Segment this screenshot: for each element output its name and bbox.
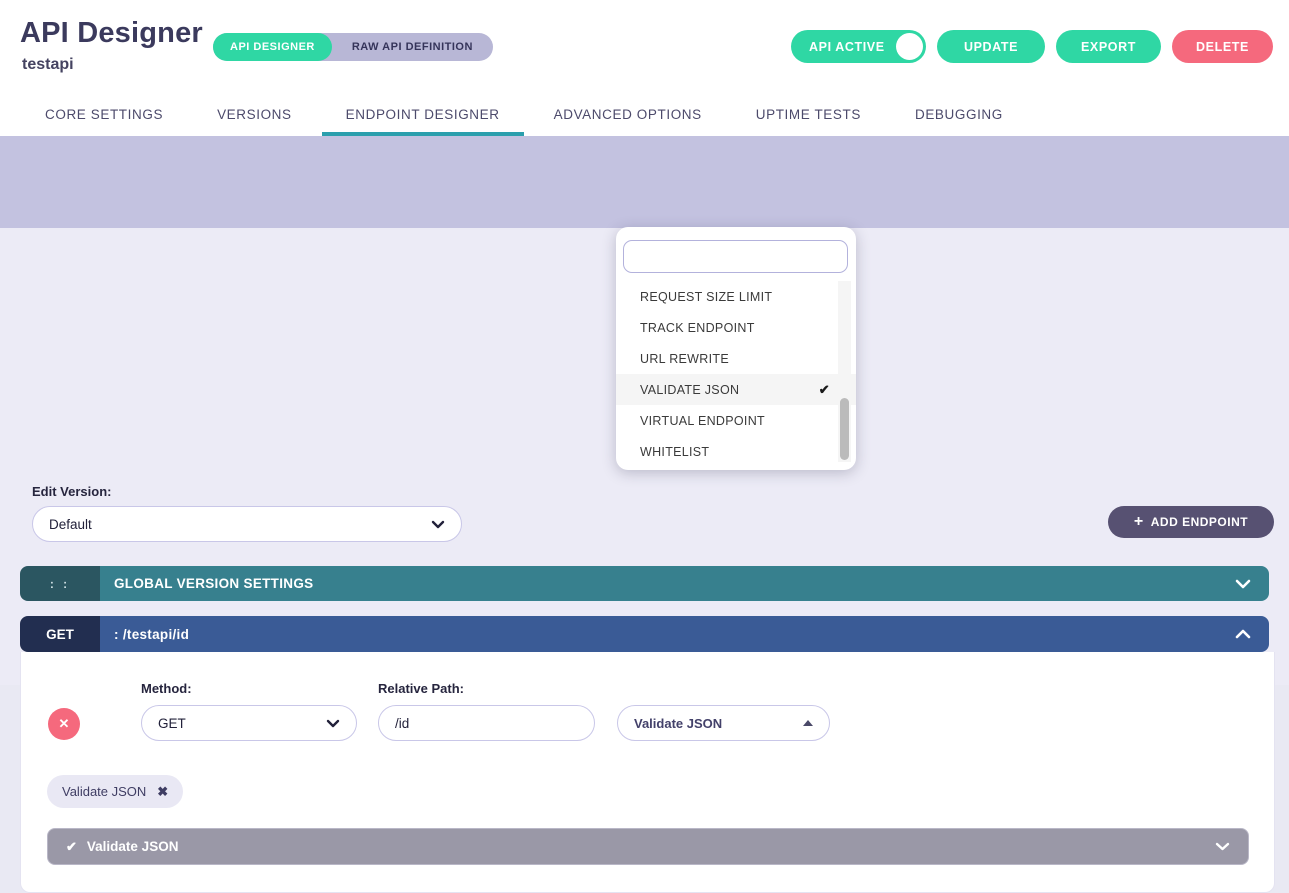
plugins-select-value: Validate JSON xyxy=(634,715,723,731)
remove-endpooint-button[interactable]: ✕ xyxy=(48,708,80,740)
update-button[interactable]: UPDATE xyxy=(937,30,1045,63)
drag-handle-icon[interactable]: : : xyxy=(20,566,100,601)
relative-path-label: Relative Path: xyxy=(378,681,464,696)
tab-versions[interactable]: VERSIONS xyxy=(217,107,292,122)
page-title: API Designer xyxy=(20,17,203,49)
relative-path-input[interactable] xyxy=(378,705,595,741)
chevron-down-icon[interactable] xyxy=(1235,579,1251,589)
tab-core-settings[interactable]: CORE SETTINGS xyxy=(45,107,163,122)
plugin-tag-validate-json: Validate JSON ✖ xyxy=(47,775,184,808)
validate-json-collapsed-panel[interactable]: ✔ Validate JSON xyxy=(47,828,1249,865)
check-icon: ✔ xyxy=(818,381,830,397)
edit-version-label: Edit Version: xyxy=(32,484,112,499)
method-select[interactable]: GET xyxy=(141,705,357,741)
designer-mode-toggle: API DESIGNER RAW API DEFINITION xyxy=(213,33,493,61)
chevron-down-icon xyxy=(326,719,340,727)
method-select-value: GET xyxy=(158,715,186,731)
dropdown-scrollbar xyxy=(838,281,851,462)
tab-endpoint-designer[interactable]: ENDPOINT DESIGNER xyxy=(321,107,524,137)
close-icon: ✕ xyxy=(58,716,70,731)
version-select-value: Default xyxy=(49,516,92,532)
toggle-api-designer[interactable]: API DESIGNER xyxy=(213,33,332,61)
export-button[interactable]: EXPORT xyxy=(1056,30,1161,63)
chevron-down-icon[interactable] xyxy=(1215,842,1230,851)
plugin-option-validate-json[interactable]: VALIDATE JSON ✔ xyxy=(616,374,856,405)
endpoint-path-label: : /testapi/id xyxy=(114,626,190,642)
chevron-down-icon xyxy=(431,520,445,528)
endpoint-detail-panel: ✕ Method: GET Relative Path: Validate JS… xyxy=(20,652,1275,893)
plugin-tag-label: Validate JSON xyxy=(62,784,147,799)
tab-bar: CORE SETTINGS VERSIONS ENDPOINT DESIGNER… xyxy=(45,107,1003,137)
plugins-select[interactable]: Validate JSON xyxy=(617,705,830,741)
toggle-raw-api-definition[interactable]: RAW API DEFINITION xyxy=(332,41,493,53)
tab-debugging[interactable]: DEBUGGING xyxy=(915,107,1003,122)
plugin-option-whitelist[interactable]: WHITELIST xyxy=(616,436,856,467)
toggle-knob-icon[interactable] xyxy=(896,33,923,60)
endpoint-bar-get[interactable]: GET : /testapi/id xyxy=(20,616,1269,652)
header: API Designer testapi API DESIGNER RAW AP… xyxy=(0,0,1289,137)
tab-advanced-options[interactable]: ADVANCED OPTIONS xyxy=(554,107,702,122)
add-endpoint-label: ADD ENDPOINT xyxy=(1150,515,1249,529)
api-active-toggle[interactable]: API ACTIVE xyxy=(791,30,926,63)
method-label: Method: xyxy=(141,681,192,696)
plugin-panel-label: Validate JSON xyxy=(86,839,179,854)
version-select[interactable]: Default xyxy=(32,506,462,542)
add-endpoint-button[interactable]: + ADD ENDPOINT xyxy=(1108,506,1274,538)
plugin-option-url-rewrite[interactable]: URL REWRITE xyxy=(616,343,856,374)
endpoint-method-badge: GET xyxy=(20,616,100,652)
api-active-label: API ACTIVE xyxy=(809,39,885,54)
global-version-settings-label: GLOBAL VERSION SETTINGS xyxy=(114,576,314,591)
check-icon: ✔ xyxy=(66,838,77,854)
plugin-option-virtual-endpoint[interactable]: VIRTUAL ENDPOINT xyxy=(616,405,856,436)
plugin-option-request-size-limit[interactable]: REQUEST SIZE LIMIT xyxy=(616,281,856,312)
api-name: testapi xyxy=(22,56,74,73)
api-info-band: API URL: https://tyk123.cloudv2.tyk.io/t… xyxy=(0,136,1289,344)
delete-button[interactable]: DELETE xyxy=(1172,30,1273,63)
plugin-option-track-endpoint[interactable]: TRACK ENDPOINT xyxy=(616,312,856,343)
plus-icon: + xyxy=(1133,513,1144,530)
dropdown-scrollbar-thumb[interactable] xyxy=(840,398,849,460)
plugins-dropdown: REQUEST SIZE LIMIT TRACK ENDPOINT URL RE… xyxy=(616,227,856,470)
close-icon[interactable]: ✖ xyxy=(157,784,168,800)
chevron-up-icon[interactable] xyxy=(1235,629,1251,639)
global-version-settings-bar[interactable]: : : GLOBAL VERSION SETTINGS xyxy=(20,566,1269,601)
plugin-search-input[interactable] xyxy=(623,240,848,273)
plugin-option-label: VALIDATE JSON xyxy=(640,382,740,397)
tab-uptime-tests[interactable]: UPTIME TESTS xyxy=(756,107,861,122)
caret-up-icon xyxy=(803,720,813,726)
plugin-options-list: REQUEST SIZE LIMIT TRACK ENDPOINT URL RE… xyxy=(616,281,856,467)
